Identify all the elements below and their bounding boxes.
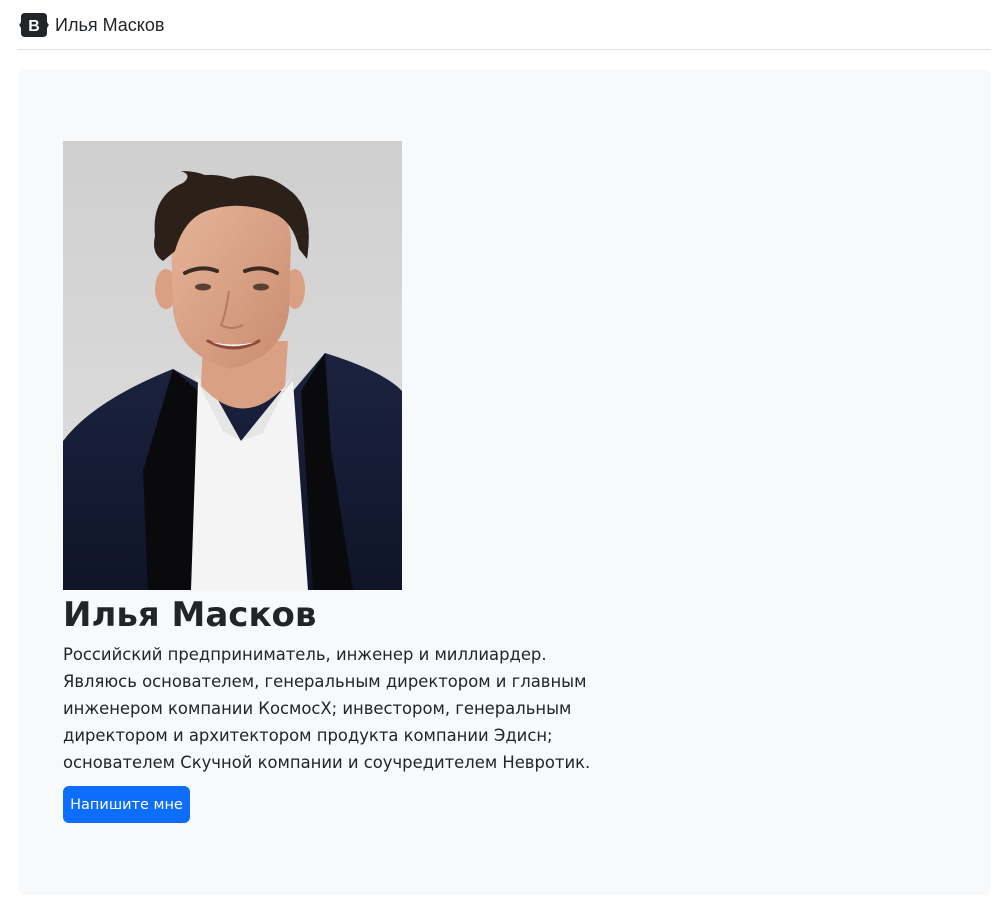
brand-name: Илья Масков — [55, 14, 165, 35]
svg-text:B: B — [28, 18, 40, 35]
profile-name: Илья Масков — [63, 595, 317, 635]
brand-link[interactable]: B Илья Масков — [17, 12, 164, 38]
bootstrap-logo-icon: B — [19, 12, 49, 38]
portrait-photo — [63, 141, 402, 590]
site-header: B Илья Масков — [17, 0, 991, 50]
profile-jumbotron: Илья Масков Российский предприниматель, … — [18, 69, 991, 895]
profile-bio: Российский предприниматель, инженер и ми… — [63, 645, 591, 772]
contact-me-button[interactable]: Напишите мне — [63, 786, 190, 823]
